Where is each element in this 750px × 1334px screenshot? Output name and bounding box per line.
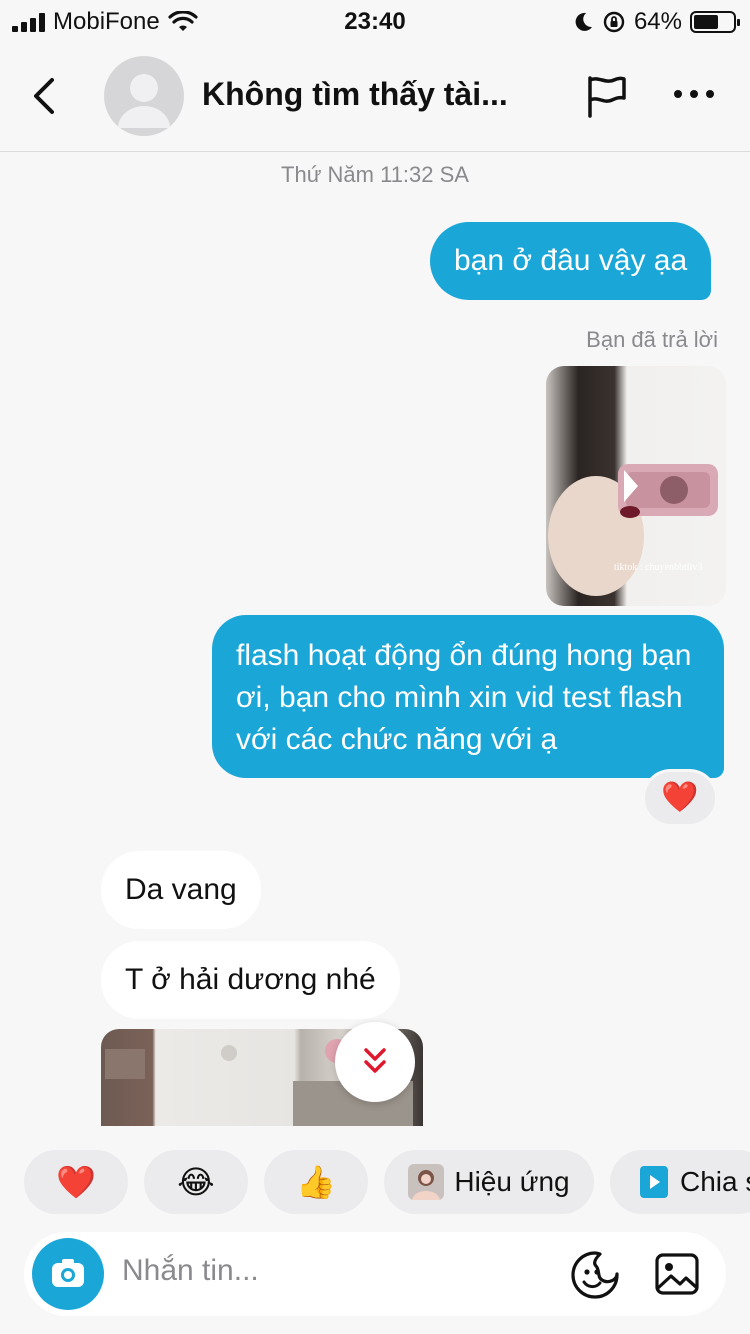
contact-avatar[interactable] [104,56,184,136]
battery-icon [690,11,740,33]
battery-percent: 64% [633,8,682,35]
orientation-lock-icon [603,11,625,33]
effects-label: Hiệu ứng [454,1166,570,1197]
moon-icon [575,12,592,31]
incoming-message[interactable]: Da vang [101,851,261,929]
message-composer[interactable]: Nhắn tin... [24,1232,726,1316]
video-message[interactable]: tiktok : chuyenbbtliv3 [546,366,726,606]
video-watermark: tiktok : chuyenbbtliv3 [614,562,703,573]
quick-reply-bar: ❤️ 😂 👍 Hiệu ứng Chia s [0,1150,750,1214]
outgoing-message[interactable]: flash hoạt động ổn đúng hong bạn ơi, bạn… [212,615,724,778]
default-avatar-icon [118,74,170,128]
status-bar: MobiFone 23:40 64% [0,0,750,42]
message-input[interactable]: Nhắn tin... [122,1254,259,1288]
incoming-message[interactable]: T ở hải dương nhé [101,941,400,1019]
laughing-emoji-icon: 😂 [177,1164,215,1200]
outgoing-message[interactable]: bạn ở đâu vậy ạa [430,222,712,300]
replied-label: Bạn đã trả lời [586,327,718,352]
scroll-to-bottom-button[interactable] [335,1022,415,1102]
gallery-icon[interactable] [654,1252,700,1296]
share-label: Chia s [680,1166,750,1197]
heart-reaction-badge[interactable]: ❤️ [642,769,718,827]
quick-reply-laugh[interactable]: 😂 [144,1150,248,1214]
message-timestamp: Thứ Năm 11:32 SA [281,162,469,187]
quick-reply-thumbs-up[interactable]: 👍 [264,1150,368,1214]
contact-name[interactable]: Không tìm thấy tài... [202,76,508,113]
camera-icon [52,1259,84,1287]
heart-emoji-icon: ❤️ [56,1164,96,1200]
more-options-icon[interactable] [670,84,718,104]
effects-thumbnail-icon [408,1164,445,1200]
sticker-icon[interactable] [570,1250,620,1300]
flag-icon[interactable] [584,74,628,118]
back-arrow-icon[interactable] [26,72,66,120]
battery-fill [694,15,719,29]
status-right: 64% [572,8,740,36]
thumbs-up-emoji-icon: 👍 [296,1164,336,1200]
double-chevron-down-icon [364,1048,386,1073]
quick-reply-effects[interactable]: Hiệu ứng [384,1150,594,1214]
camera-button[interactable] [32,1238,104,1310]
quick-reply-share[interactable]: Chia s [610,1150,750,1214]
quick-reply-heart[interactable]: ❤️ [24,1150,128,1214]
chat-header: Không tìm thấy tài... [0,42,750,152]
share-icon [640,1166,668,1198]
